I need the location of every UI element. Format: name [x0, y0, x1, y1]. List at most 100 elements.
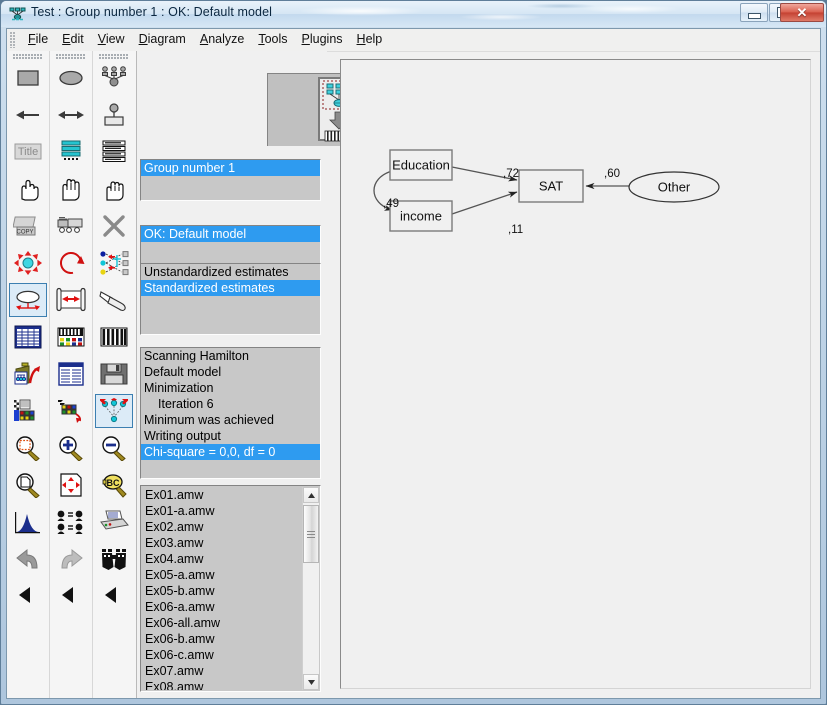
analysis-log-panel[interactable]: Scanning Hamilton Default model Minimizati…: [140, 347, 321, 479]
menu-item-diagram[interactable]: Diagram: [132, 29, 193, 48]
list-item[interactable]: Writing output: [141, 428, 320, 444]
scroll-left-button[interactable]: [9, 579, 47, 613]
save-diagram-button[interactable]: [95, 357, 133, 391]
file-list-item[interactable]: Ex05-a.amw: [142, 567, 302, 583]
multiple-group-analysis-button[interactable]: [52, 505, 90, 539]
list-item[interactable]: Minimum was achieved: [141, 412, 320, 428]
zoom-out-button[interactable]: [95, 431, 133, 465]
erase-object-button[interactable]: [95, 209, 133, 243]
duplicate-object-button[interactable]: COPY: [9, 209, 47, 243]
resize-shape-button[interactable]: [9, 283, 47, 317]
list-item[interactable]: Minimization: [141, 380, 320, 396]
preserve-symmetries-button[interactable]: [95, 394, 133, 428]
file-list-item[interactable]: Ex07.amw: [142, 663, 302, 679]
close-button[interactable]: ✕: [780, 3, 824, 22]
reflect-indicators-button[interactable]: [95, 246, 133, 280]
touch-up-variable-button[interactable]: [95, 283, 133, 317]
file-list-panel[interactable]: Ex01.amw Ex01-a.amw Ex02.amw Ex03.amw Ex04.a…: [140, 485, 321, 692]
palette-grip-3[interactable]: [99, 54, 129, 59]
print-button[interactable]: [95, 505, 133, 539]
file-list[interactable]: Ex01.amw Ex01-a.amw Ex02.amw Ex03.amw Ex04.a…: [142, 487, 302, 690]
list-variables-in-model-button[interactable]: [52, 135, 90, 169]
draw-unobserved-variable-button[interactable]: [52, 61, 90, 95]
estimates-panel[interactable]: Unstandardized estimates Standardized est…: [140, 263, 321, 335]
bayesian-estimation-button[interactable]: [9, 505, 47, 539]
minimize-button[interactable]: [740, 3, 768, 22]
file-list-item[interactable]: Ex03.amw: [142, 535, 302, 551]
select-one-object-button[interactable]: [9, 172, 47, 206]
fit-to-page-button[interactable]: [52, 468, 90, 502]
file-list-item[interactable]: Ex01.amw: [142, 487, 302, 503]
diagram-node-sat[interactable]: SAT: [518, 169, 584, 203]
scroll-up-button[interactable]: [303, 487, 319, 503]
file-list-item[interactable]: Ex06-a.amw: [142, 599, 302, 615]
menu-item-plugins[interactable]: Plugins: [295, 29, 350, 48]
menu-item-file[interactable]: File: [21, 29, 55, 48]
draw-latent-with-indicators-button[interactable]: [95, 61, 133, 95]
file-list-item[interactable]: Ex02.amw: [142, 519, 302, 535]
scroll-left-icon-2[interactable]: [52, 579, 90, 613]
file-list-scrollbar[interactable]: [302, 487, 319, 690]
drag-properties-button[interactable]: [52, 394, 90, 428]
list-variables-in-dataset-button[interactable]: [95, 135, 133, 169]
scroll-left-icon-3[interactable]: [95, 579, 133, 613]
draw-observed-variable-button[interactable]: [9, 61, 47, 95]
figure-caption-button[interactable]: Title: [9, 135, 47, 169]
zoom-page-button[interactable]: [9, 468, 47, 502]
list-item[interactable]: Chi-square = 0,0, df = 0: [141, 444, 320, 460]
menu-grip-handle[interactable]: [10, 32, 15, 48]
rotate-indicators-button[interactable]: [52, 246, 90, 280]
list-item[interactable]: Default model: [141, 364, 320, 380]
groups-panel[interactable]: Group number 1: [140, 159, 321, 201]
zoom-in-button[interactable]: [52, 431, 90, 465]
list-item[interactable]: Unstandardized estimates: [141, 264, 320, 280]
diagram-node-education[interactable]: Education: [389, 149, 453, 181]
file-list-item[interactable]: Ex04.amw: [142, 551, 302, 567]
calculate-estimates-button[interactable]: [9, 357, 47, 391]
file-list-item[interactable]: Ex06-b.amw: [142, 631, 302, 647]
menu-item-analyze[interactable]: Analyze: [193, 29, 251, 48]
palette-grip-1[interactable]: [13, 54, 43, 59]
deselect-all-objects-button[interactable]: [95, 172, 133, 206]
object-properties-button[interactable]: [95, 320, 133, 354]
view-text-output-button[interactable]: [52, 357, 90, 391]
scroll-down-button[interactable]: [303, 674, 319, 690]
loupe-magnify-button[interactable]: BC: [95, 468, 133, 502]
analysis-properties-button[interactable]: [52, 320, 90, 354]
list-item[interactable]: Group number 1: [141, 160, 320, 176]
path-diagram-canvas[interactable]: Education income SAT Other ,72 ,11 ,49 ,60: [340, 59, 811, 689]
list-item[interactable]: Scanning Hamilton: [141, 348, 320, 364]
file-list-item[interactable]: Ex01-a.amw: [142, 503, 302, 519]
models-panel[interactable]: OK: Default model: [140, 225, 321, 267]
path-diagram[interactable]: Education income SAT Other ,72 ,11 ,49 ,60: [341, 60, 811, 689]
list-item[interactable]: OK: Default model: [141, 226, 320, 242]
menu-item-tools[interactable]: Tools: [251, 29, 294, 48]
scrollbar-thumb[interactable]: [303, 505, 319, 563]
move-object-button[interactable]: [52, 209, 90, 243]
draw-path-arrow-button[interactable]: [9, 98, 47, 132]
list-item[interactable]: Iteration 6: [141, 396, 320, 412]
move-parameter-values-button[interactable]: [9, 246, 47, 280]
menu-item-view[interactable]: View: [91, 29, 132, 48]
object-properties-color-button[interactable]: [9, 394, 47, 428]
scroll-diagram-button[interactable]: [52, 283, 90, 317]
undo-button[interactable]: [9, 542, 47, 576]
select-data-file-button[interactable]: [9, 320, 47, 354]
menu-item-help[interactable]: Help: [350, 29, 390, 48]
palette-grip-2[interactable]: [56, 54, 86, 59]
add-unique-variable-button[interactable]: [95, 98, 133, 132]
search-binoculars-button[interactable]: [95, 542, 133, 576]
list-item[interactable]: Standardized estimates: [141, 280, 320, 296]
path-income-to-sat[interactable]: [451, 191, 518, 215]
diagram-node-other[interactable]: Other: [628, 171, 720, 203]
file-list-item[interactable]: Ex08.amw: [142, 679, 302, 690]
menu-item-edit[interactable]: Edit: [55, 29, 91, 48]
draw-covariance-arrow-button[interactable]: [52, 98, 90, 132]
diagram-node-income[interactable]: income: [389, 200, 453, 232]
redo-button[interactable]: [52, 542, 90, 576]
zoom-select-area-button[interactable]: [9, 431, 47, 465]
file-list-item[interactable]: Ex06-all.amw: [142, 615, 302, 631]
select-all-objects-button[interactable]: [52, 172, 90, 206]
file-list-item[interactable]: Ex05-b.amw: [142, 583, 302, 599]
file-list-item[interactable]: Ex06-c.amw: [142, 647, 302, 663]
